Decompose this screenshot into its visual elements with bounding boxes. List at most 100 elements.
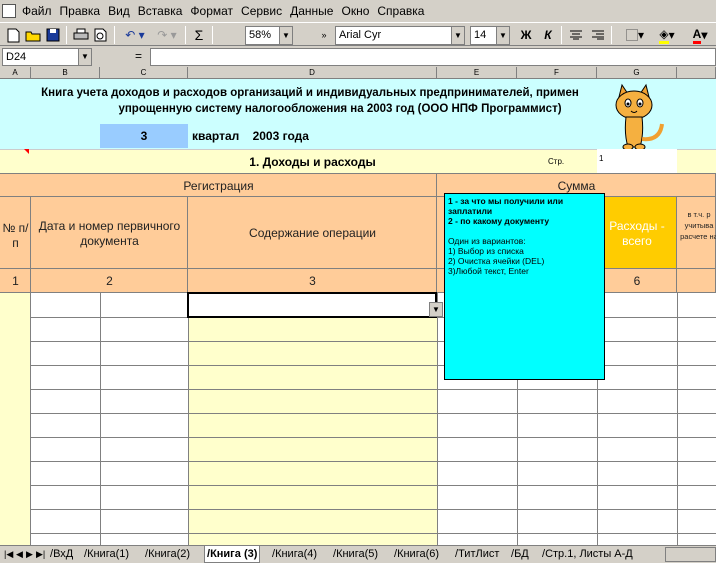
save-icon[interactable] bbox=[44, 26, 62, 44]
section-title: 1. Доходы и расходы bbox=[249, 155, 376, 169]
formula-equals: = bbox=[135, 49, 143, 63]
document-icon[interactable] bbox=[2, 4, 16, 18]
formula-input[interactable] bbox=[150, 48, 716, 66]
book-title-line1: Книга учета доходов и расходов организац… bbox=[41, 87, 579, 99]
font-size-select[interactable]: 14 ▼ bbox=[470, 26, 510, 45]
redo-icon[interactable]: ↷ ▾ bbox=[152, 26, 182, 44]
column-header-A[interactable]: A bbox=[0, 67, 31, 79]
align-right-icon[interactable] bbox=[589, 26, 607, 44]
tab-str1[interactable]: /Стр.1, Листы А-Д bbox=[540, 546, 635, 563]
tab-kniga-1[interactable]: /Книга(1) bbox=[82, 546, 131, 563]
column-header-D[interactable]: D bbox=[188, 67, 437, 79]
col-num-header: № п/п bbox=[0, 197, 31, 269]
grid-hline bbox=[31, 341, 716, 342]
row-number-column[interactable] bbox=[0, 293, 31, 545]
grid-hline bbox=[31, 461, 716, 462]
worksheet[interactable]: Книга учета доходов и расходов организац… bbox=[0, 79, 716, 545]
registration-header: Регистрация bbox=[0, 173, 437, 197]
menu-edit[interactable]: Правка bbox=[56, 0, 105, 22]
open-icon[interactable] bbox=[24, 26, 42, 44]
bold-button[interactable]: Ж bbox=[517, 26, 535, 44]
active-cell[interactable] bbox=[187, 292, 437, 318]
column-header-C[interactable]: C bbox=[100, 67, 188, 79]
quarter-label: квартал 2003 года bbox=[192, 129, 309, 143]
font-color-icon[interactable]: A ▾ bbox=[685, 26, 715, 44]
column-header-H[interactable] bbox=[677, 67, 716, 79]
menu-help[interactable]: Справка bbox=[373, 0, 428, 22]
tab-kniga-3[interactable]: /Книга (3) bbox=[204, 546, 261, 563]
italic-button[interactable]: К bbox=[539, 26, 557, 44]
menu-format[interactable]: Формат bbox=[186, 0, 237, 22]
book-title-line2: упрощенную систему налогообложения на 20… bbox=[118, 103, 562, 115]
col-content-header: Содержание операции bbox=[188, 197, 437, 269]
grid-hline bbox=[31, 365, 716, 366]
menu-file[interactable]: Файл bbox=[18, 0, 56, 22]
undo-icon[interactable]: ↶ ▾ bbox=[120, 26, 150, 44]
grid-vline bbox=[188, 293, 189, 545]
menu-insert[interactable]: Вставка bbox=[134, 0, 187, 22]
comment-line6: 3)Любой текст, Enter bbox=[448, 266, 529, 276]
tab-titlist[interactable]: /ТитЛист bbox=[453, 546, 501, 563]
grid-vline bbox=[437, 293, 438, 545]
menu-window[interactable]: Окно bbox=[337, 0, 373, 22]
grid-vline bbox=[677, 293, 678, 545]
tab-kniga-5[interactable]: /Книга(5) bbox=[331, 546, 380, 563]
menu-view[interactable]: Вид bbox=[104, 0, 134, 22]
page-number-cell[interactable]: 1 bbox=[597, 149, 677, 173]
print-preview-icon[interactable] bbox=[92, 26, 110, 44]
tab-kniga-2[interactable]: /Книга(2) bbox=[143, 546, 192, 563]
grid-hline bbox=[31, 509, 716, 510]
tab-kniga-4[interactable]: /Книга(4) bbox=[270, 546, 319, 563]
chevron-down-icon: ▼ bbox=[78, 49, 91, 65]
name-box[interactable]: D24 ▼ bbox=[2, 48, 92, 66]
grid-hline bbox=[31, 533, 716, 534]
column-header-B[interactable]: B bbox=[31, 67, 100, 79]
comment-line4: 1) Выбор из списка bbox=[448, 246, 524, 256]
grid-hline bbox=[31, 485, 716, 486]
tab-bd[interactable]: /БД bbox=[509, 546, 531, 563]
tab-vhd[interactable]: /ВхД bbox=[48, 546, 75, 563]
chevron-down-icon: ▼ bbox=[432, 305, 440, 314]
grid-hline bbox=[31, 413, 716, 414]
num-cell: 2 bbox=[31, 269, 188, 293]
num-cell: 1 bbox=[0, 269, 31, 293]
grid-hline bbox=[31, 437, 716, 438]
font-select[interactable]: Arial Cyr ▼ bbox=[335, 26, 465, 45]
col-incl-header: в т.ч. р учитыва расчете на bbox=[677, 197, 716, 269]
menu-tools[interactable]: Сервис bbox=[237, 0, 286, 22]
column-header-F[interactable]: F bbox=[517, 67, 597, 79]
num-cell: 6 bbox=[597, 269, 677, 293]
borders-icon[interactable]: ▾ bbox=[620, 26, 650, 44]
align-center-icon[interactable] bbox=[567, 26, 585, 44]
col-date-header: Дата и номер первичного документа bbox=[31, 197, 188, 269]
col-expense-header: Расходы - всего bbox=[597, 197, 677, 269]
last-sheet-icon[interactable]: ▶| bbox=[34, 546, 47, 563]
comment-line3: Один из вариантов: bbox=[448, 236, 526, 246]
print-icon[interactable] bbox=[72, 26, 90, 44]
chevron-down-icon: ▼ bbox=[279, 27, 292, 44]
sheet-tabs-bar: |◀ ◀ ▶ ▶| /ВхД /Книга(1) /Книга(2) /Книг… bbox=[0, 545, 716, 563]
more-buttons-icon[interactable]: » bbox=[315, 26, 333, 44]
comment-line5: 2) Очистка ячейки (DEL) bbox=[448, 256, 545, 266]
horizontal-scrollbar[interactable] bbox=[665, 547, 716, 562]
comment-marker-icon bbox=[24, 149, 29, 154]
grid-hline bbox=[31, 389, 716, 390]
num-cell: 3 bbox=[188, 269, 437, 293]
data-grid[interactable] bbox=[31, 293, 716, 545]
formula-bar: D24 ▼ = bbox=[0, 47, 716, 67]
column-header-G[interactable]: G bbox=[597, 67, 677, 79]
autosum-icon[interactable]: Σ bbox=[190, 26, 208, 44]
chevron-down-icon: ▼ bbox=[451, 27, 464, 44]
menu-data[interactable]: Данные bbox=[286, 0, 337, 22]
zoom-select[interactable]: 58% ▼ bbox=[245, 26, 293, 45]
menu-bar: Файл Правка Вид Вставка Формат Сервис Да… bbox=[0, 0, 716, 22]
tab-kniga-6[interactable]: /Книга(6) bbox=[392, 546, 441, 563]
comment-line2: 2 - по какому документу bbox=[448, 216, 550, 226]
toolbar: ↶ ▾ ↷ ▾ Σ 58% ▼ » Arial Cyr ▼ 14 ▼ Ж К ▾ ◈ ▾… bbox=[0, 22, 716, 46]
quarter-number-cell[interactable]: 3 bbox=[100, 124, 188, 148]
new-icon[interactable] bbox=[4, 26, 22, 44]
comment-line1: 1 - за что мы получили или заплатили bbox=[448, 196, 564, 216]
cell-dropdown-button[interactable]: ▼ bbox=[429, 302, 443, 317]
fill-color-icon[interactable]: ◈ ▾ bbox=[652, 26, 682, 44]
column-header-E[interactable]: E bbox=[437, 67, 517, 79]
